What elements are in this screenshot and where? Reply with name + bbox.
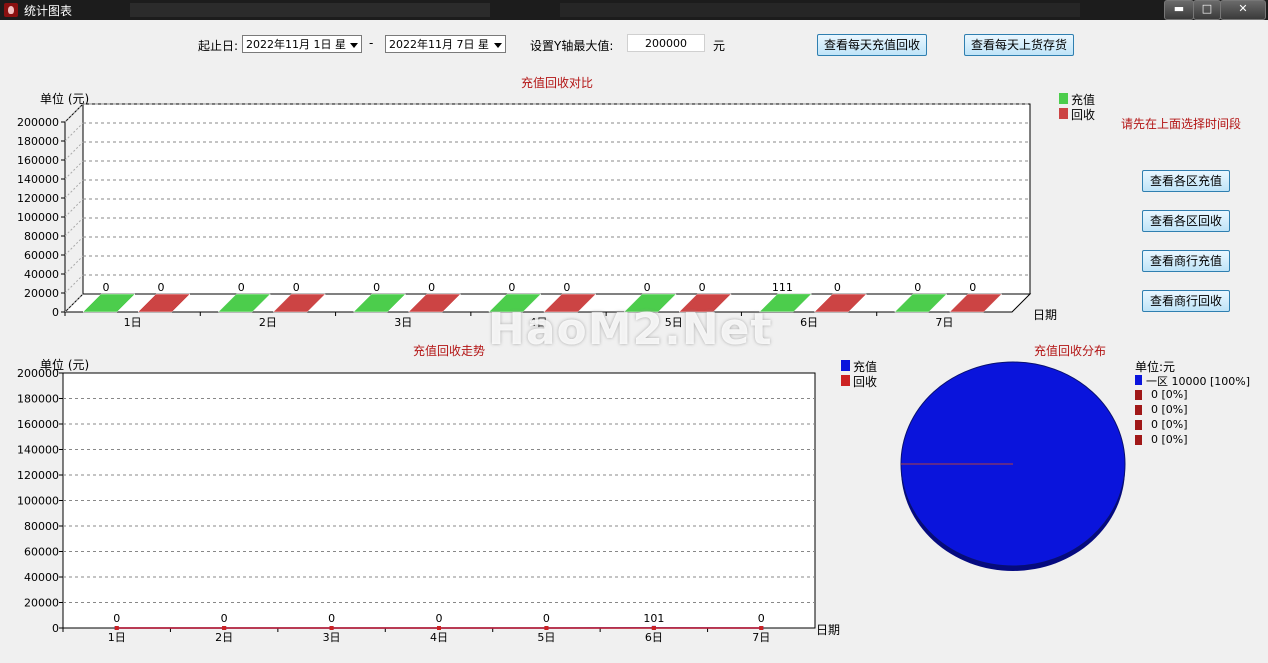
bar-grid-diagonal [64,179,84,199]
pie-legend-swatch [1135,435,1142,445]
bar-x-tick-label: 7日 [935,316,953,329]
bar-y-tick-label: 40000 [24,268,59,281]
pie-legend-swatch [1135,375,1142,385]
pie-legend-label: 0 [0%] [1151,433,1188,446]
bar-data-label: 0 [914,281,921,294]
bar-x-tick-label: 3日 [394,316,412,329]
pie-legend-label: 0 [0%] [1151,403,1188,416]
bar-grid-diagonal [64,255,84,275]
pie-legend-label: 0 [0%] [1151,388,1188,401]
bar-grid-diagonal [64,198,84,218]
line-legend-swatch-recharge [841,360,850,371]
pie-legend-swatch [1135,420,1142,430]
bar-y-tick-label: 100000 [17,211,59,224]
pie-legend-swatch [1135,390,1142,400]
bar-data-label: 0 [428,281,435,294]
pie-legend-swatch [1135,405,1142,415]
bar-data-label: 0 [238,281,245,294]
bar-grid-diagonal [64,217,84,237]
bar-data-label: 0 [644,281,651,294]
bar-x-tick-label: 6日 [800,316,818,329]
bar-y-tick-label: 60000 [24,249,59,262]
bar-grid-diagonal [64,160,84,180]
bar-y-tick-label: 140000 [17,173,59,186]
bar-grid-diagonal [64,236,84,256]
bar-grid-diagonal [64,274,84,294]
pie-legend-label: 一区 10000 [100%] [1146,375,1251,388]
bar-data-label: 0 [293,281,300,294]
bar-data-label: 0 [103,281,110,294]
bar-data-label: 111 [772,281,793,294]
bar-y-tick-label: 160000 [17,154,59,167]
bar-y-tick-label: 200000 [17,116,59,129]
bar-data-label: 0 [158,281,165,294]
line-chart-title: 充值回收走势 [413,344,486,358]
bar-data-label: 0 [699,281,706,294]
pie-chart-title: 充值回收分布 [1034,344,1107,358]
bar-y-tick-label: 20000 [24,287,59,300]
watermark: HaoM2.Net [488,304,773,355]
bar-data-label: 0 [373,281,380,294]
line-chart-ylabel: 单位 (元) [40,358,90,372]
bar-data-label: 0 [563,281,570,294]
bar-x-tick-label: 1日 [124,316,142,329]
line-legend-recycle: 回收 [853,375,878,389]
bar-data-label: 0 [834,281,841,294]
bar-x-tick-label: 2日 [259,316,277,329]
bar-y-tick-label: 80000 [24,230,59,243]
bar-grid-diagonal [64,141,84,161]
pie-legend-label: 0 [0%] [1151,418,1188,431]
bar-grid-diagonal [64,122,84,142]
bar-data-label: 0 [969,281,976,294]
bar-y-tick-label: 120000 [17,192,59,205]
line-chart-xlabel: 日期 [816,623,841,637]
line-legend-swatch-recycle [841,375,850,386]
bar-y-tick-label: 0 [52,306,59,319]
bar-y-tick-label: 180000 [17,135,59,148]
bar-data-label: 0 [508,281,515,294]
